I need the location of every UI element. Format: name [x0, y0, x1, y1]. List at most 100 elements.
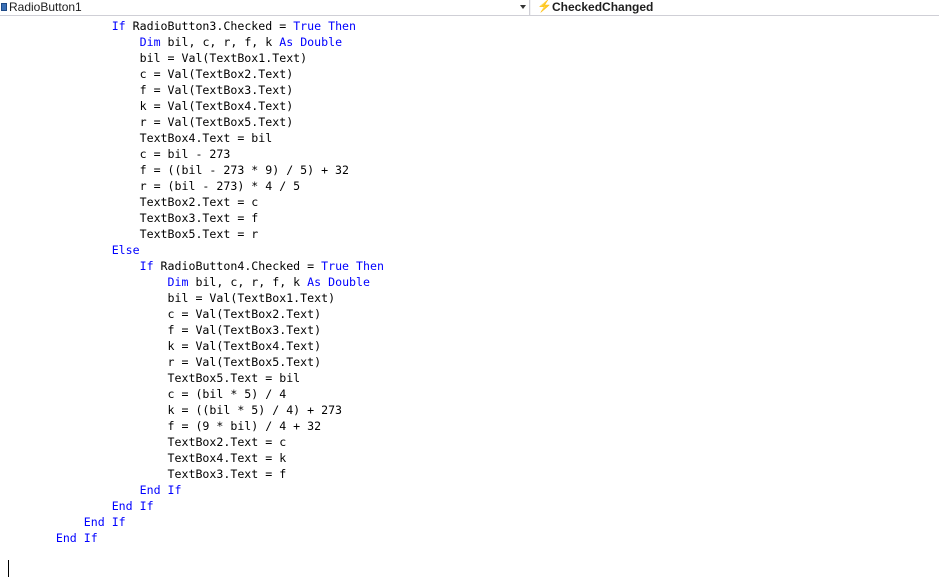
code-text: k = Val(TextBox4.Text) [167, 339, 322, 353]
code-text: r = Val(TextBox5.Text) [167, 355, 322, 369]
code-text: bil = Val(TextBox1.Text) [167, 291, 336, 305]
code-keyword: If [139, 259, 154, 273]
code-keyword: If [83, 531, 98, 545]
code-keyword: End [111, 499, 133, 513]
code-text: TextBox5.Text = r [139, 227, 259, 241]
code-text: TextBox2.Text = c [139, 195, 259, 209]
code-text: TextBox4.Text = k [167, 451, 287, 465]
code-text: f = (9 * bil) / 4 + 32 [167, 419, 322, 433]
code-text: TextBox3.Text = f [139, 211, 259, 225]
code-line: TextBox4.Text = k [0, 450, 384, 466]
code-editor-window: RadioButton1 ⚡ CheckedChanged If RadioBu… [0, 0, 939, 585]
code-text: r = Val(TextBox5.Text) [139, 115, 294, 129]
code-line: f = Val(TextBox3.Text) [0, 322, 384, 338]
code-line: f = Val(TextBox3.Text) [0, 82, 384, 98]
class-object-icon [1, 3, 7, 11]
code-keyword: Else [111, 243, 140, 257]
code-keyword: Dim [167, 275, 189, 289]
code-line: End If [0, 482, 384, 498]
code-line: k = ((bil * 5) / 4) + 273 [0, 402, 384, 418]
code-line: TextBox2.Text = c [0, 434, 384, 450]
code-text: TextBox2.Text = c [167, 435, 287, 449]
code-lines: If RadioButton3.Checked = True Then Dim … [0, 18, 384, 562]
code-text: RadioButton3.Checked = [125, 19, 294, 33]
code-keyword: If [111, 19, 126, 33]
code-line: k = Val(TextBox4.Text) [0, 98, 384, 114]
code-keyword: True [321, 259, 350, 273]
code-line: TextBox5.Text = bil [0, 370, 384, 386]
code-line: k = Val(TextBox4.Text) [0, 338, 384, 354]
code-line: TextBox2.Text = c [0, 194, 384, 210]
code-text: RadioButton4.Checked = [153, 259, 322, 273]
code-line: c = Val(TextBox2.Text) [0, 66, 384, 82]
lightning-bolt-icon: ⚡ [537, 0, 552, 13]
code-line: TextBox3.Text = f [0, 210, 384, 226]
code-line: c = bil - 273 [0, 146, 384, 162]
code-text: TextBox5.Text = bil [167, 371, 301, 385]
code-text: c = Val(TextBox2.Text) [139, 67, 294, 81]
code-text: f = Val(TextBox3.Text) [139, 83, 294, 97]
code-text: k = Val(TextBox4.Text) [139, 99, 294, 113]
code-keyword: End [55, 531, 77, 545]
code-text: k = ((bil * 5) / 4) + 273 [167, 403, 343, 417]
code-keyword: Dim [139, 35, 161, 49]
code-text: bil, c, r, f, k [188, 275, 308, 289]
code-keyword: As [279, 35, 294, 49]
code-text: TextBox4.Text = bil [139, 131, 273, 145]
code-text: c = bil - 273 [139, 147, 231, 161]
code-line: TextBox4.Text = bil [0, 130, 384, 146]
code-line: bil = Val(TextBox1.Text) [0, 290, 384, 306]
code-editor[interactable]: If RadioButton3.Checked = True Then Dim … [0, 16, 939, 585]
code-line: f = ((bil - 273 * 9) / 5) + 32 [0, 162, 384, 178]
code-line: TextBox5.Text = r [0, 226, 384, 242]
code-text: bil = Val(TextBox1.Text) [139, 51, 308, 65]
code-keyword: End [83, 515, 105, 529]
code-line: Dim bil, c, r, f, k As Double [0, 34, 384, 50]
code-keyword: If [111, 515, 126, 529]
code-line: TextBox3.Text = f [0, 466, 384, 482]
code-line: r = (bil - 273) * 4 / 5 [0, 178, 384, 194]
code-text: TextBox3.Text = f [167, 467, 287, 481]
code-line: If RadioButton4.Checked = True Then [0, 258, 384, 274]
code-line: Dim bil, c, r, f, k As Double [0, 274, 384, 290]
code-keyword: As [307, 275, 322, 289]
code-text: c = (bil * 5) / 4 [167, 387, 287, 401]
code-line: Else [0, 242, 384, 258]
text-cursor [8, 560, 9, 577]
object-selector-dropdown[interactable]: RadioButton1 [0, 0, 530, 15]
event-selector-dropdown[interactable]: ⚡ CheckedChanged [531, 0, 939, 15]
code-line: End If [0, 530, 384, 546]
object-selector-chevron-down-icon[interactable] [518, 0, 529, 15]
event-selector-label: CheckedChanged [552, 0, 654, 14]
code-line: c = Val(TextBox2.Text) [0, 306, 384, 322]
code-keyword: If [167, 483, 182, 497]
